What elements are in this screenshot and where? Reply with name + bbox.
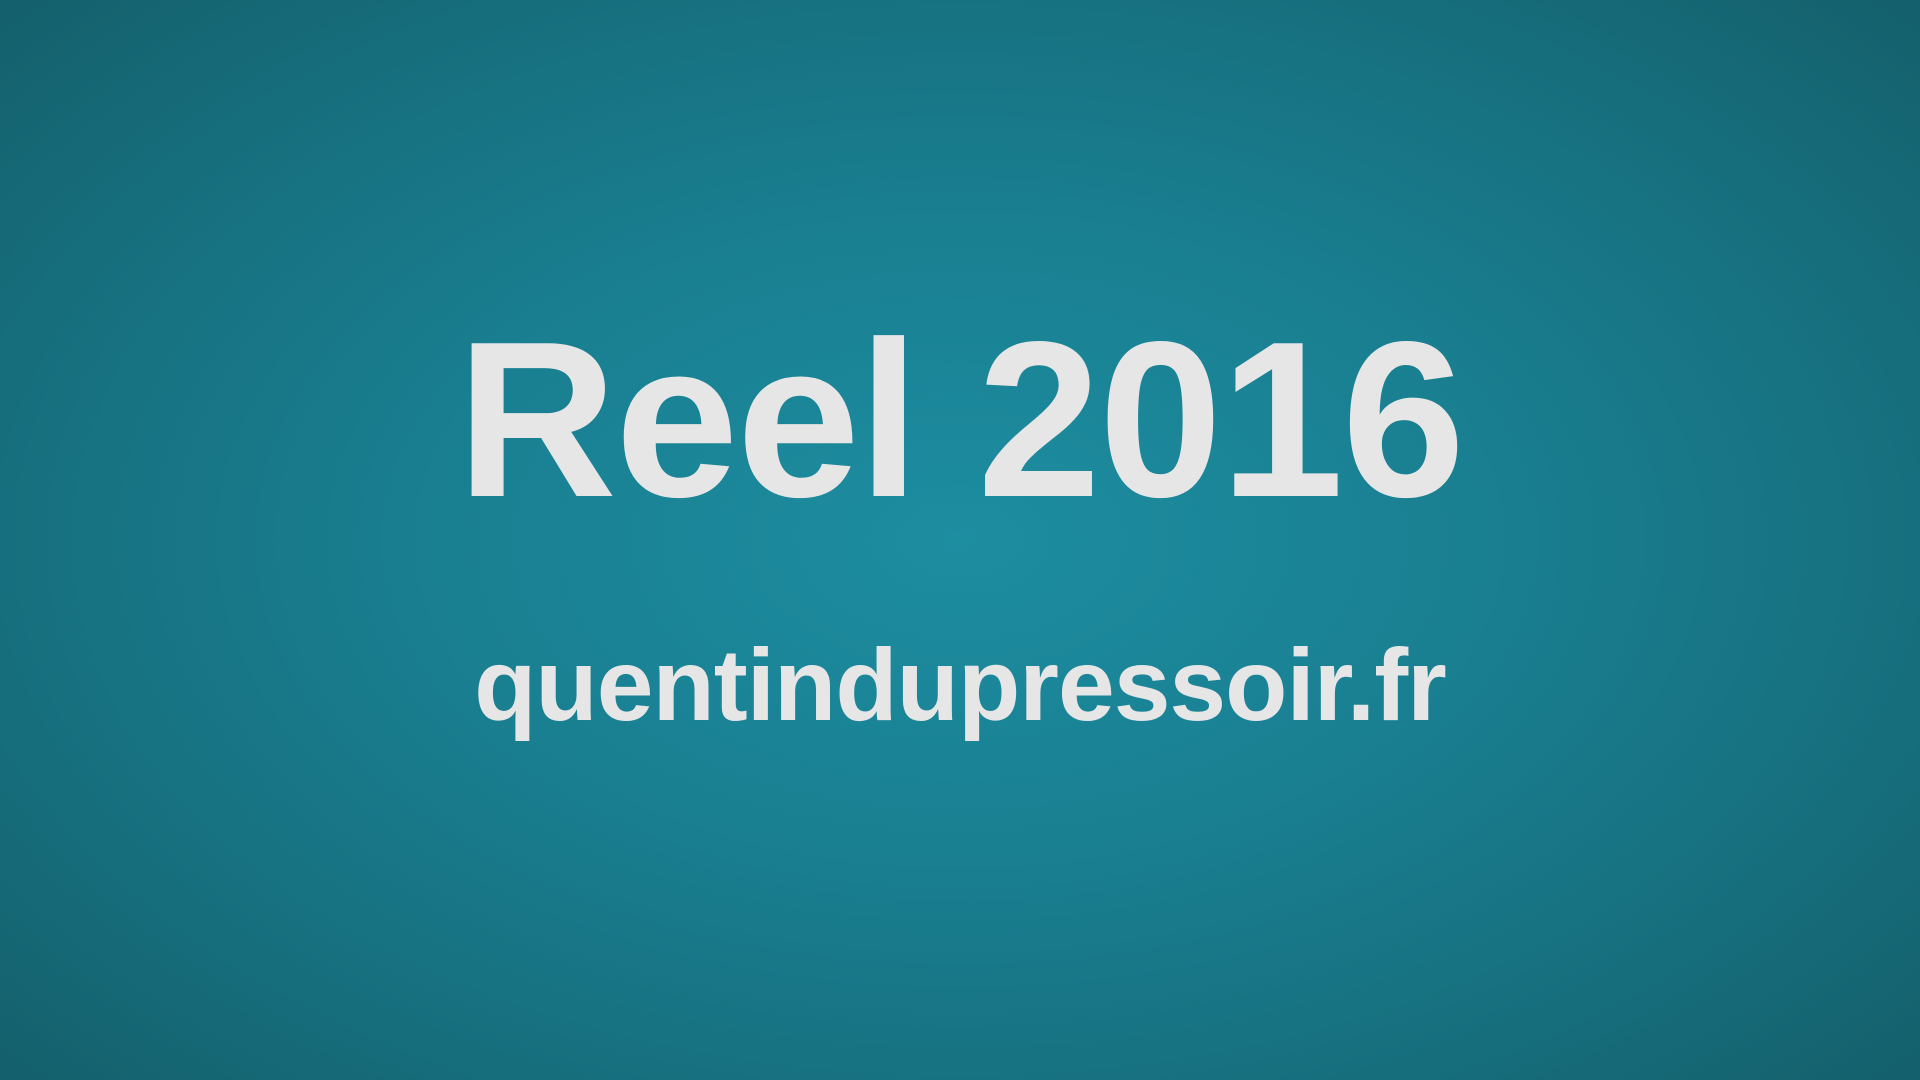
reel-title: Reel 2016 [456, 296, 1465, 544]
website-url: quentindupressoir.fr [474, 628, 1447, 742]
title-card: Reel 2016 quentindupressoir.fr [0, 0, 1920, 1080]
